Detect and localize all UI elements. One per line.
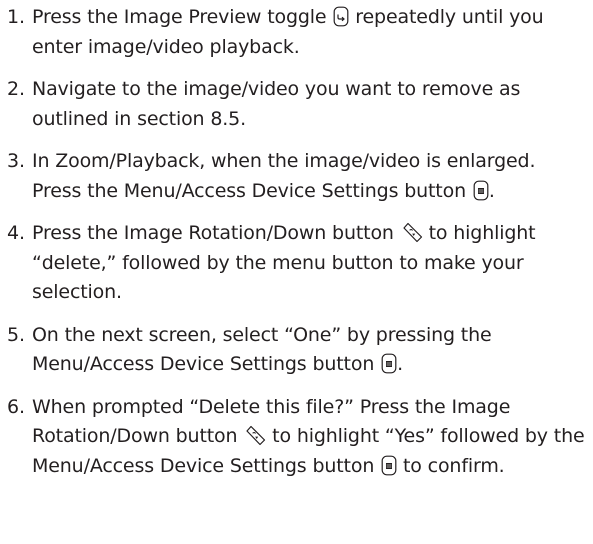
step-text: Press the Image Preview toggle [32, 6, 333, 28]
image-rotation-down-icon [244, 425, 266, 446]
step-3: 3. In Zoom/Playback, when the image/vide… [0, 147, 593, 206]
step-1: 1. Press the Image Preview toggle repeat… [0, 3, 593, 62]
menu-button-icon [381, 353, 397, 374]
step-number: 1. [7, 6, 25, 28]
image-preview-icon [333, 6, 349, 27]
step-text: In Zoom/Playback, when the image/video i… [32, 150, 536, 202]
step-text: Navigate to the image/video you want to … [32, 78, 521, 130]
step-6: 6. When prompted “Delete this file?” Pre… [0, 393, 593, 482]
step-text: On the next screen, select “One” by pres… [32, 323, 492, 376]
step-text: to confirm. [397, 454, 505, 477]
step-text: . [488, 179, 495, 202]
image-rotation-down-icon [401, 222, 423, 243]
step-number: 3. [7, 150, 25, 172]
step-text: . [397, 353, 403, 375]
step-2: 2. Navigate to the image/video you want … [0, 75, 593, 134]
menu-button-icon [381, 455, 397, 476]
step-number: 6. [7, 395, 25, 418]
step-number: 4. [7, 222, 25, 244]
step-4: 4. Press the Image Rotation/Down button … [0, 219, 593, 308]
step-5: 5. On the next screen, select “One” by p… [0, 321, 593, 380]
menu-button-icon [473, 180, 489, 201]
instruction-list: 1. Press the Image Preview toggle repeat… [0, 3, 593, 494]
step-number: 2. [7, 78, 25, 100]
step-text: Press the Image Rotation/Down button [32, 222, 400, 244]
step-number: 5. [7, 323, 25, 346]
